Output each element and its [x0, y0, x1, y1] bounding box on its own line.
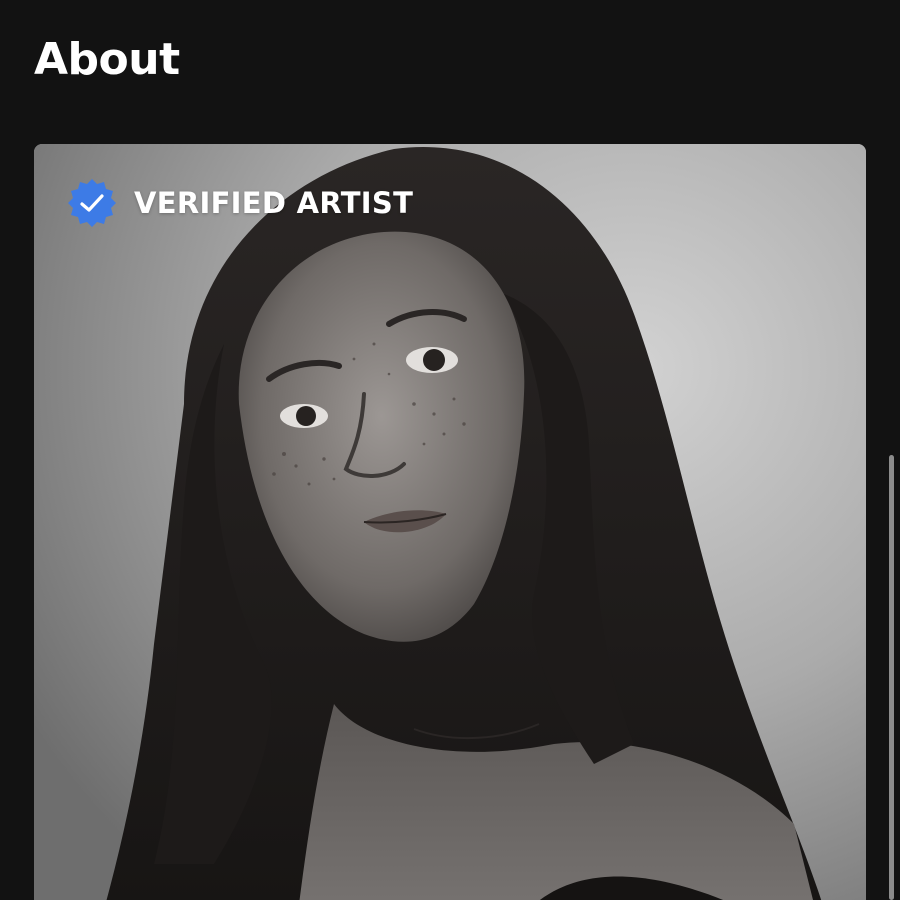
- section-title: About: [34, 34, 180, 85]
- about-card[interactable]: VERIFIED ARTIST: [34, 144, 866, 900]
- verified-check-icon: [68, 179, 116, 227]
- verified-label: VERIFIED ARTIST: [134, 186, 414, 220]
- scrollbar-thumb[interactable]: [889, 455, 894, 900]
- verified-badge: VERIFIED ARTIST: [66, 176, 413, 230]
- about-screen: About VERIFIED ARTIST: [0, 0, 900, 900]
- artist-photo: [34, 144, 866, 900]
- scrollbar[interactable]: [889, 455, 894, 900]
